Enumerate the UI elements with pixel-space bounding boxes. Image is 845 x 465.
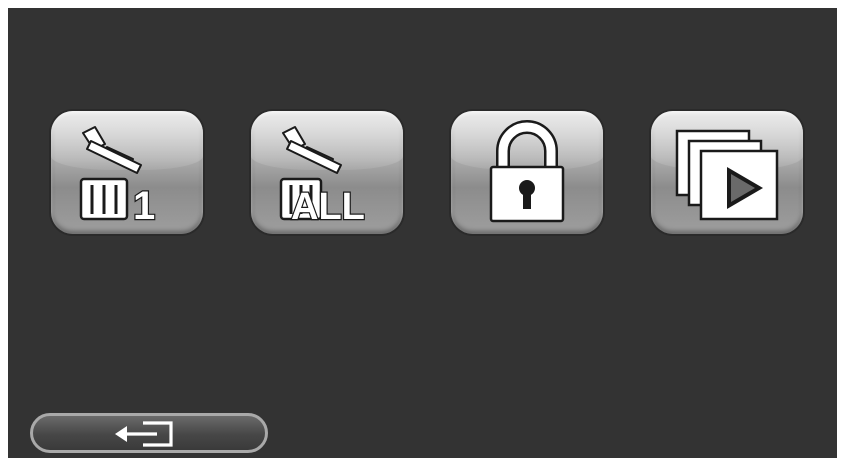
- trash-single-icon: 1: [79, 126, 156, 229]
- back-button[interactable]: [30, 413, 268, 453]
- slideshow-icon: [675, 129, 779, 221]
- slideshow-button[interactable]: [651, 111, 803, 234]
- delete-one-button[interactable]: 1: [51, 111, 203, 234]
- lock-icon: [489, 120, 565, 223]
- trash-all-icon: ALL: [279, 126, 366, 229]
- protect-button[interactable]: [451, 111, 603, 234]
- playback-menu-screen: 1 ALL: [8, 8, 837, 458]
- delete-all-label: ALL: [291, 186, 365, 228]
- delete-one-label: 1: [133, 184, 155, 228]
- delete-all-button[interactable]: ALL: [251, 111, 403, 234]
- return-arrow-icon: [115, 421, 173, 447]
